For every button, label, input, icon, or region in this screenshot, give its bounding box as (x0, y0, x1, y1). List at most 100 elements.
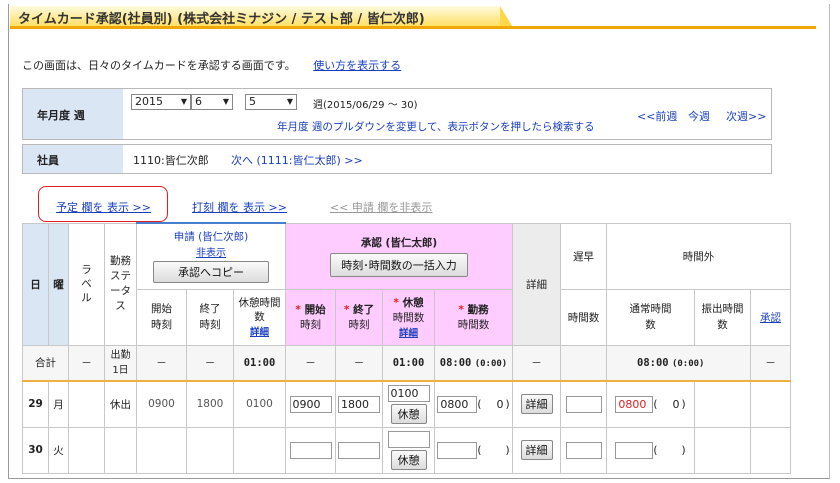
total-status: 出勤1日 (104, 344, 137, 382)
approve-break-detail-link[interactable]: 詳細 (399, 328, 418, 339)
col-end: 終了時刻 (186, 288, 234, 346)
copy-to-approve-button[interactable]: 承認へコピー (153, 261, 269, 284)
approve-end-input[interactable]: 1800 (338, 395, 380, 413)
col-normal: 通常時間数 (606, 288, 695, 346)
detail-button[interactable]: 詳細 (520, 394, 553, 415)
hide-apply-link[interactable]: << 申請 欄を非表示 (330, 199, 432, 215)
total-label-dash: － (68, 344, 105, 382)
total-a-work: 08:00 (439, 356, 472, 369)
col-approve-break-text: 休憩 (402, 297, 424, 309)
intro-description: この画面は、日々のタイムカードを承認する画面です。 (22, 59, 296, 72)
col-approve-end: * 終了 時刻 (335, 288, 383, 346)
approve-end-input[interactable] (338, 441, 380, 459)
next-week-link[interactable]: 次週>> (726, 108, 766, 124)
apply-header-title: 申請 (皆仁次郎) (173, 231, 249, 244)
week-select[interactable]: 5 (245, 94, 297, 110)
approve-start-input[interactable]: 0900 (289, 395, 332, 413)
overtime-header: 時間外 (606, 222, 791, 290)
row-break (233, 426, 286, 474)
approve-work-sub-input[interactable] (481, 442, 506, 458)
total-approve: － (750, 344, 791, 382)
col-approve-start-text: 開始 (304, 304, 326, 316)
approve-link[interactable]: 承認 (760, 312, 781, 324)
row-a-break-cell: 休憩 (382, 426, 435, 474)
total-a-start: － (285, 344, 336, 382)
ot-sub-input[interactable]: 0 (657, 396, 682, 412)
col-detail: 詳細 (512, 222, 561, 346)
next-employee-link[interactable]: 次へ (1111:皆仁太郎) >> (231, 152, 363, 168)
row-a-end-cell: 1800 (335, 380, 383, 428)
col-break-text: 休憩時間数 (238, 297, 281, 323)
show-plan-link[interactable]: 予定 欄を 表示 >> (56, 199, 151, 215)
help-link[interactable]: 使い方を表示する (313, 59, 401, 72)
show-stamp-link[interactable]: 打刻 欄を 表示 >> (192, 199, 287, 215)
col-approve-start: * 開始 時刻 (285, 288, 336, 346)
approve-work-input[interactable] (437, 441, 478, 459)
row-break: 0100 (233, 380, 286, 428)
total-label: 合計 (22, 344, 69, 382)
row-a-break-cell: 0100 休憩 (382, 380, 435, 428)
row-detail-cell: 詳細 (512, 426, 561, 474)
total-a-break: 01:00 (382, 344, 435, 382)
approve-start-input[interactable] (289, 441, 332, 459)
page-title-bar: タイムカード承認(社員別) (株式会社ミナジン / テスト部 / 皆仁次郎) (10, 6, 514, 29)
work-paren-close: ) (505, 444, 510, 456)
col-start-text: 開始時刻 (151, 303, 172, 331)
row-day: 29 (22, 380, 49, 428)
bulk-input-button[interactable]: 時刻･時間数の一括入力 (330, 253, 468, 277)
row-a-start-cell (285, 426, 336, 474)
table-row: 30 火 休憩 () 詳細 () (22, 426, 791, 474)
apply-header: 申請 (皆仁次郎) 非表示 承認へコピー (136, 222, 286, 290)
late-input[interactable] (565, 441, 602, 459)
col-approve-end-text: 終了 (353, 304, 375, 316)
col-label-text: ラベル (81, 264, 92, 304)
total-a-work-sub: (0:00) (474, 358, 508, 369)
total-end: － (186, 344, 234, 382)
this-week-link[interactable]: 今週 (688, 108, 710, 124)
total-a-work-cell: 08:00 (0:00) (434, 344, 513, 382)
row-a-work-cell: 0800(0) (434, 380, 513, 428)
row-end (186, 426, 234, 474)
year-select[interactable]: 2015 (131, 94, 191, 110)
intro-text: この画面は、日々のタイムカードを承認する画面です。 使い方を表示する (22, 57, 401, 73)
break-button[interactable]: 休憩 (390, 449, 427, 470)
approve-break-input[interactable] (387, 430, 430, 448)
total-row: 合計 － 出勤1日 － － 01:00 － － 01:00 08:00 (0:0… (22, 344, 791, 382)
col-label: ラベル (68, 222, 105, 346)
col-start: 開始時刻 (136, 288, 187, 346)
month-select[interactable]: 6 (191, 94, 233, 110)
break-detail-link[interactable]: 詳細 (234, 324, 285, 338)
table-row: 29 月 休出 0900 1800 0100 0900 1800 0100 休憩 … (22, 380, 791, 428)
break-button[interactable]: 休憩 (390, 403, 427, 424)
row-start: 0900 (136, 380, 187, 428)
week-range: 週(2015/06/29 ～ 30) (313, 100, 418, 111)
col-day: 日 (22, 222, 49, 346)
row-late-cell (560, 426, 607, 474)
prev-week-link[interactable]: <<前週 (637, 108, 677, 124)
ot-normal-input[interactable]: 0800 (615, 395, 654, 413)
approve-work-input[interactable]: 0800 (437, 395, 478, 413)
total-start: － (136, 344, 187, 382)
period-panel: 年月度 週 2015 6 5 週(2015/06/29 ～ 30) 年月度 週の… (22, 88, 772, 140)
ot-sub-input[interactable] (657, 442, 682, 458)
total-detail: － (512, 344, 561, 382)
work-paren-close: ) (505, 398, 510, 411)
ot-paren-close: ) (681, 398, 686, 411)
ot-normal-input[interactable] (615, 441, 654, 459)
apply-hide-link[interactable]: 非表示 (137, 244, 285, 259)
approve-work-sub-input[interactable]: 0 (481, 396, 506, 412)
employee-label: 社員 (37, 154, 59, 167)
row-label (68, 380, 105, 428)
col-approve-break-text2: 時間数 (392, 312, 425, 324)
col-dow: 曜 (48, 222, 69, 346)
approve-break-input[interactable]: 0100 (387, 384, 430, 402)
total-a-end: － (335, 344, 383, 382)
employee-value: 1110:皆仁次郎 (133, 154, 209, 167)
row-end: 1800 (186, 380, 234, 428)
period-label: 年月度 週 (37, 109, 85, 122)
detail-button[interactable]: 詳細 (520, 440, 553, 460)
row-approve-cell (750, 380, 791, 428)
row-approve-cell (750, 426, 791, 474)
period-label-cell: 年月度 週 (23, 89, 123, 139)
late-input[interactable] (565, 395, 602, 413)
